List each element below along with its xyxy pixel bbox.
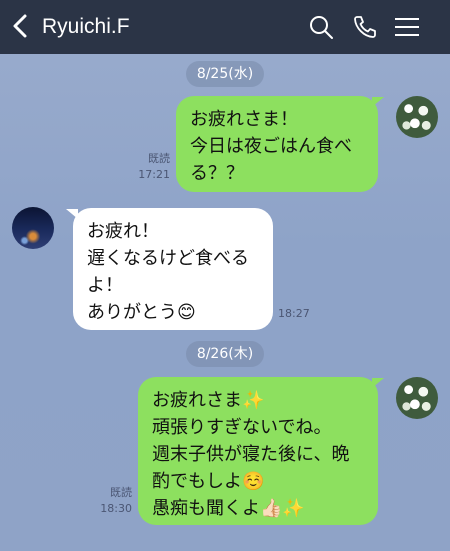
date-separator: 8/25(水) bbox=[186, 61, 264, 87]
chevron-left-icon[interactable] bbox=[8, 12, 32, 40]
read-receipt: 既読 bbox=[148, 152, 170, 165]
message-bubble-sent[interactable]: お疲れさま✨ 頑張りすぎないでね。 週末子供が寝た後に、晩酌でもしよ☺️ 愚痴も… bbox=[138, 377, 378, 525]
chat-header: Ryuichi.F bbox=[0, 0, 450, 54]
menu-icon[interactable] bbox=[392, 12, 422, 42]
my-avatar[interactable] bbox=[396, 377, 438, 419]
phone-icon[interactable] bbox=[350, 12, 380, 42]
my-avatar[interactable] bbox=[396, 96, 438, 138]
message-time: 17:21 bbox=[138, 168, 170, 181]
date-separator: 8/26(木) bbox=[186, 341, 264, 367]
read-receipt: 既読 bbox=[110, 486, 132, 499]
message-time: 18:30 bbox=[100, 502, 132, 515]
message-bubble-sent[interactable]: お疲れさま！ 今日は夜ごはん食べる？？ bbox=[176, 96, 378, 192]
chat-title[interactable]: Ryuichi.F bbox=[42, 13, 130, 41]
message-time: 18:27 bbox=[278, 307, 310, 320]
message-bubble-received[interactable]: お疲れ！ 遅くなるけど食べるよ！ ありがとう😊 bbox=[73, 208, 273, 330]
contact-avatar[interactable] bbox=[12, 207, 54, 249]
search-icon[interactable] bbox=[306, 12, 336, 42]
